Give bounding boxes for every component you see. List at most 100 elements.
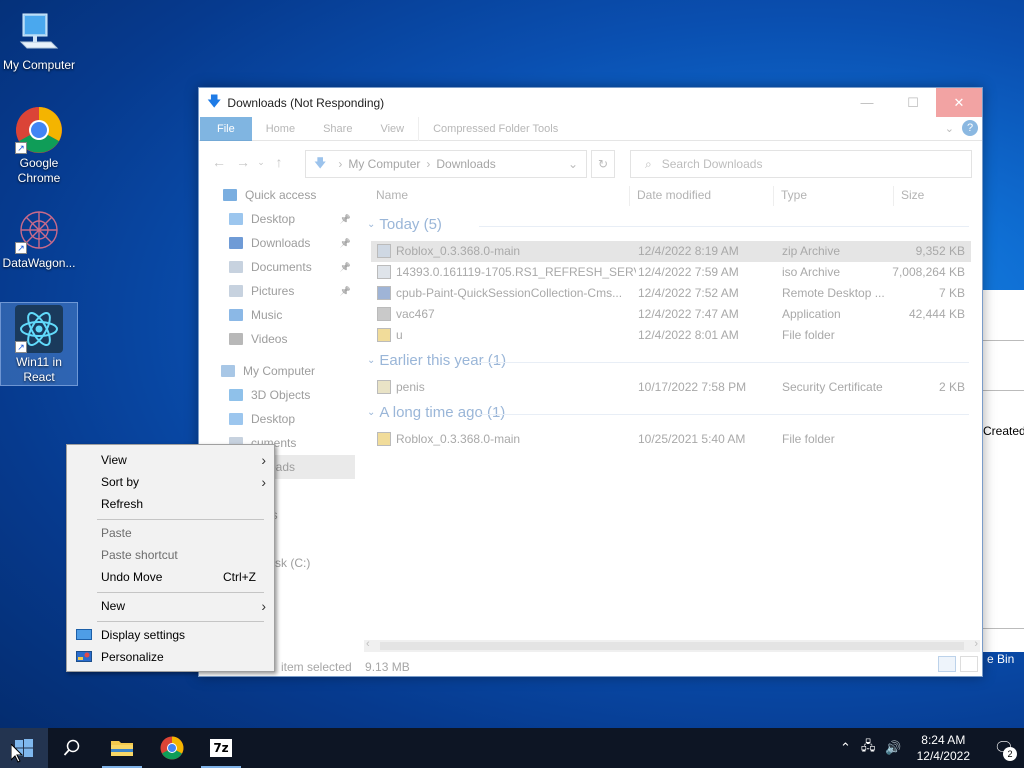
search-input[interactable]: ⌕ Search Downloads	[630, 150, 972, 178]
folder-icon	[377, 432, 391, 446]
file-explorer-window[interactable]: 🡇 Downloads (Not Responding) — ☐ ✕ File …	[198, 87, 983, 677]
address-bar[interactable]: 🡇 › My Computer › Downloads ⌄	[305, 150, 587, 178]
close-button[interactable]: ✕	[936, 88, 982, 117]
start-button[interactable]	[0, 728, 48, 768]
folder-icon	[229, 413, 243, 425]
tab-compressed-folder-tools[interactable]: Compressed Folder Tools	[418, 116, 572, 141]
chevron-down-icon[interactable]: ⌄	[568, 157, 578, 171]
folder-icon	[111, 741, 133, 756]
file-size: 9,352 KB	[915, 244, 965, 258]
file-row[interactable]: Roblox_0.3.368.0-main 12/4/2022 8:19 AM zi…	[371, 241, 971, 262]
folder-icon	[229, 237, 243, 249]
scrollbar-thumb[interactable]	[380, 642, 964, 650]
menu-item-undo-move[interactable]: Undo Move Ctrl+Z	[67, 566, 274, 588]
nav-item[interactable]: Pictures 📌	[199, 279, 355, 303]
scroll-right-icon[interactable]: ›	[974, 638, 978, 650]
nav-item-label: Videos	[251, 332, 288, 346]
action-center-button[interactable]: 🗨 2	[984, 728, 1024, 768]
network-icon[interactable]: 🖧	[861, 737, 876, 759]
file-date: 12/4/2022 7:59 AM	[638, 265, 739, 279]
menu-item-display-settings[interactable]: Display settings	[67, 624, 274, 646]
nav-item[interactable]: Videos	[199, 327, 355, 351]
nav-item[interactable]: Downloads 📌	[199, 231, 355, 255]
nav-item[interactable]: 3D Objects	[199, 383, 355, 407]
breadcrumb-downloads[interactable]: Downloads	[436, 157, 495, 171]
chevron-right-icon: ›	[261, 474, 266, 490]
taskbar-7zip[interactable]: 7z	[197, 728, 245, 768]
help-icon[interactable]: ?	[962, 120, 978, 136]
file-row[interactable]: Roblox_0.3.368.0-main 10/25/2021 5:40 AM F…	[371, 429, 971, 450]
menu-item-new[interactable]: New ›	[67, 595, 274, 617]
details-view-icon[interactable]	[938, 656, 956, 672]
expand-ribbon-icon[interactable]: ⌄	[945, 122, 954, 135]
file-date: 10/25/2021 5:40 AM	[638, 432, 746, 446]
scroll-left-icon[interactable]: ‹	[366, 638, 370, 650]
recent-dropdown-icon[interactable]: ⌄	[255, 157, 267, 168]
folder-icon	[229, 333, 243, 345]
tab-home[interactable]: Home	[252, 117, 309, 141]
desktop-icon-datawagon[interactable]: ↗ DataWagon...	[1, 206, 77, 271]
file-row[interactable]: vac467 12/4/2022 7:47 AM Application 42,444…	[371, 304, 971, 325]
search-button[interactable]	[48, 728, 96, 768]
menu-item-sort-by[interactable]: Sort by ›	[67, 471, 274, 493]
column-date-modified[interactable]: Date modified	[637, 188, 711, 202]
status-bar: item selected 9.13 MB	[281, 660, 410, 674]
folder-icon	[223, 189, 237, 201]
file-date: 10/17/2022 7:58 PM	[638, 380, 747, 394]
download-arrow-icon: 🡇	[314, 155, 327, 170]
menu-item-personalize[interactable]: Personalize	[67, 646, 274, 668]
tab-share[interactable]: Share	[309, 117, 366, 141]
show-hidden-icons-icon[interactable]: ⌃	[840, 740, 851, 756]
nav-item[interactable]: Quick access	[199, 183, 355, 207]
menu-item-label: Refresh	[101, 497, 144, 511]
desktop-icon-my-computer[interactable]: My Computer	[1, 8, 77, 73]
nav-item[interactable]: My Computer	[199, 359, 355, 383]
desktop-icon-win11-in-react[interactable]: ↗ Win11 in React	[0, 302, 78, 386]
column-name[interactable]: Name	[376, 188, 408, 202]
column-size[interactable]: Size	[901, 188, 924, 202]
breadcrumb-my-computer[interactable]: My Computer	[348, 157, 420, 171]
nav-item[interactable]: Music	[199, 303, 355, 327]
chevron-down-icon: ⌄	[367, 407, 376, 418]
forward-arrow-icon[interactable]: →	[231, 154, 255, 170]
pin-icon: 📌	[339, 213, 351, 224]
desktop-icon-google-chrome[interactable]: ↗ Google Chrome	[1, 106, 77, 186]
nav-item[interactable]: Desktop	[199, 407, 355, 431]
file-type: iso Archive	[782, 265, 841, 279]
nav-item[interactable]: Desktop 📌	[199, 207, 355, 231]
taskbar-google-chrome[interactable]	[148, 728, 196, 768]
volume-icon[interactable]: 🔊	[885, 740, 901, 756]
menu-item-refresh[interactable]: Refresh	[67, 493, 274, 515]
tab-file[interactable]: File	[200, 116, 252, 141]
group-header[interactable]: ⌄ Earlier this year (1)	[367, 352, 969, 369]
file-row[interactable]: 14393.0.161119-1705.RS1_REFRESH_SERV... 1…	[371, 262, 971, 283]
group-header[interactable]: ⌄ A long time ago (1)	[367, 404, 969, 421]
file-name: vac467	[396, 307, 435, 321]
menu-item-view[interactable]: View ›	[67, 449, 274, 471]
file-row[interactable]: penis 10/17/2022 7:58 PM Security Certific…	[371, 377, 971, 398]
title-bar[interactable]: 🡇 Downloads (Not Responding) — ☐ ✕	[199, 88, 982, 117]
status-selected-size: 9.13 MB	[365, 660, 410, 674]
clock-date: 12/4/2022	[916, 749, 970, 763]
group-header[interactable]: ⌄ Today (5)	[367, 216, 969, 233]
breadcrumb-separator-icon: ›	[426, 157, 431, 171]
group-label: Earlier this year (1)	[379, 352, 507, 369]
tab-view[interactable]: View	[366, 117, 418, 141]
file-row[interactable]: cpub-Paint-QuickSessionCollection-Cms...…	[371, 283, 971, 304]
react-icon: ↗	[15, 305, 63, 353]
up-arrow-icon[interactable]: ↑	[267, 154, 291, 170]
clock[interactable]: 8:24 AM 12/4/2022	[917, 732, 970, 764]
ribbon-tabs: File Home Share View Compressed Folder T…	[199, 116, 982, 141]
large-icons-view-icon[interactable]	[960, 656, 978, 672]
minimize-button[interactable]: —	[844, 88, 890, 117]
horizontal-scrollbar[interactable]: ‹ ›	[364, 638, 980, 652]
taskbar-file-explorer[interactable]	[98, 728, 146, 768]
nav-item[interactable]: Documents 📌	[199, 255, 355, 279]
column-type[interactable]: Type	[781, 188, 807, 202]
file-row[interactable]: u 12/4/2022 8:01 AM File folder	[371, 325, 971, 346]
back-arrow-icon[interactable]: ←	[207, 154, 231, 170]
file-size: 7 KB	[938, 286, 965, 300]
background-window-text: e Bin	[987, 652, 1015, 666]
maximize-button[interactable]: ☐	[890, 88, 936, 117]
refresh-button[interactable]: ↻	[591, 150, 615, 178]
